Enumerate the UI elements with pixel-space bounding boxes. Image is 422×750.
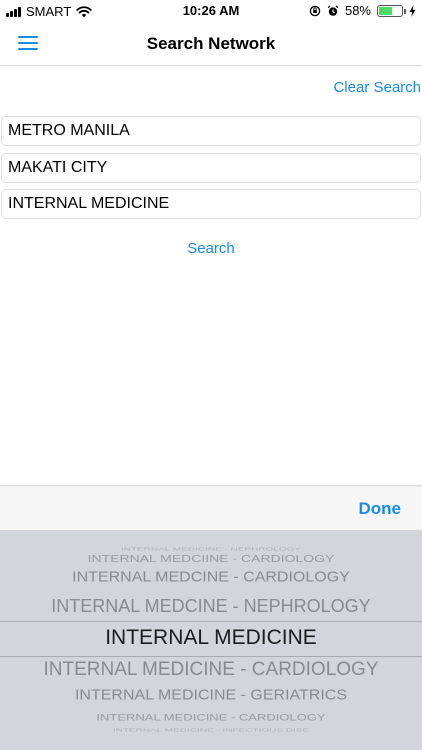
region-field[interactable]: METRO MANILA (1, 116, 421, 146)
page-title: Search Network (146, 34, 276, 53)
battery-percent: 58% (344, 3, 371, 18)
alarm-icon (327, 5, 339, 16)
charging-icon (409, 4, 416, 17)
specialty-picker[interactable]: INTERNAL MEDICINE - NEPHROLOGY INTERNAL … (0, 530, 422, 750)
picker-option[interactable]: INTERNAL MEDICINE - GERIATRICS (0, 688, 422, 704)
picker-option[interactable]: INTERNAL MEDCINE - CARDIOLOGY (0, 570, 422, 586)
picker-selection-top-line (0, 621, 422, 622)
picker-toolbar: Done (0, 485, 422, 530)
picker-option[interactable]: INTERNAL MEDICINE - CARDIOLOGY (0, 659, 422, 681)
done-button[interactable]: Done (359, 499, 402, 519)
search-button[interactable]: Search (0, 240, 422, 257)
clear-search-button[interactable]: Clear Search (333, 79, 421, 96)
picker-option[interactable]: INTERNAL MEDICINE - INFECTIOUS DISE (0, 728, 422, 733)
picker-option[interactable]: INTERNAL MEDCIINE - CARDIOLOGY (0, 552, 422, 564)
picker-selection-bottom-line (0, 656, 422, 657)
picker-option[interactable]: INTERNAL MEDCINE - NEPHROLOGY (0, 596, 422, 617)
status-bar: SMART 10:26 AM 58% (0, 0, 422, 22)
city-field[interactable]: MAKATI CITY (1, 153, 421, 183)
nav-bar: Search Network (0, 22, 422, 66)
orientation-lock-icon (309, 5, 321, 16)
battery-icon (377, 4, 406, 17)
picker-option-selected[interactable]: INTERNAL MEDICINE (0, 626, 422, 650)
picker-option[interactable]: INTERNAL MEDICINE - CARDIOLOGY (0, 712, 422, 723)
specialty-field[interactable]: INTERNAL MEDICINE (1, 189, 421, 219)
status-right: 58% (309, 3, 416, 18)
